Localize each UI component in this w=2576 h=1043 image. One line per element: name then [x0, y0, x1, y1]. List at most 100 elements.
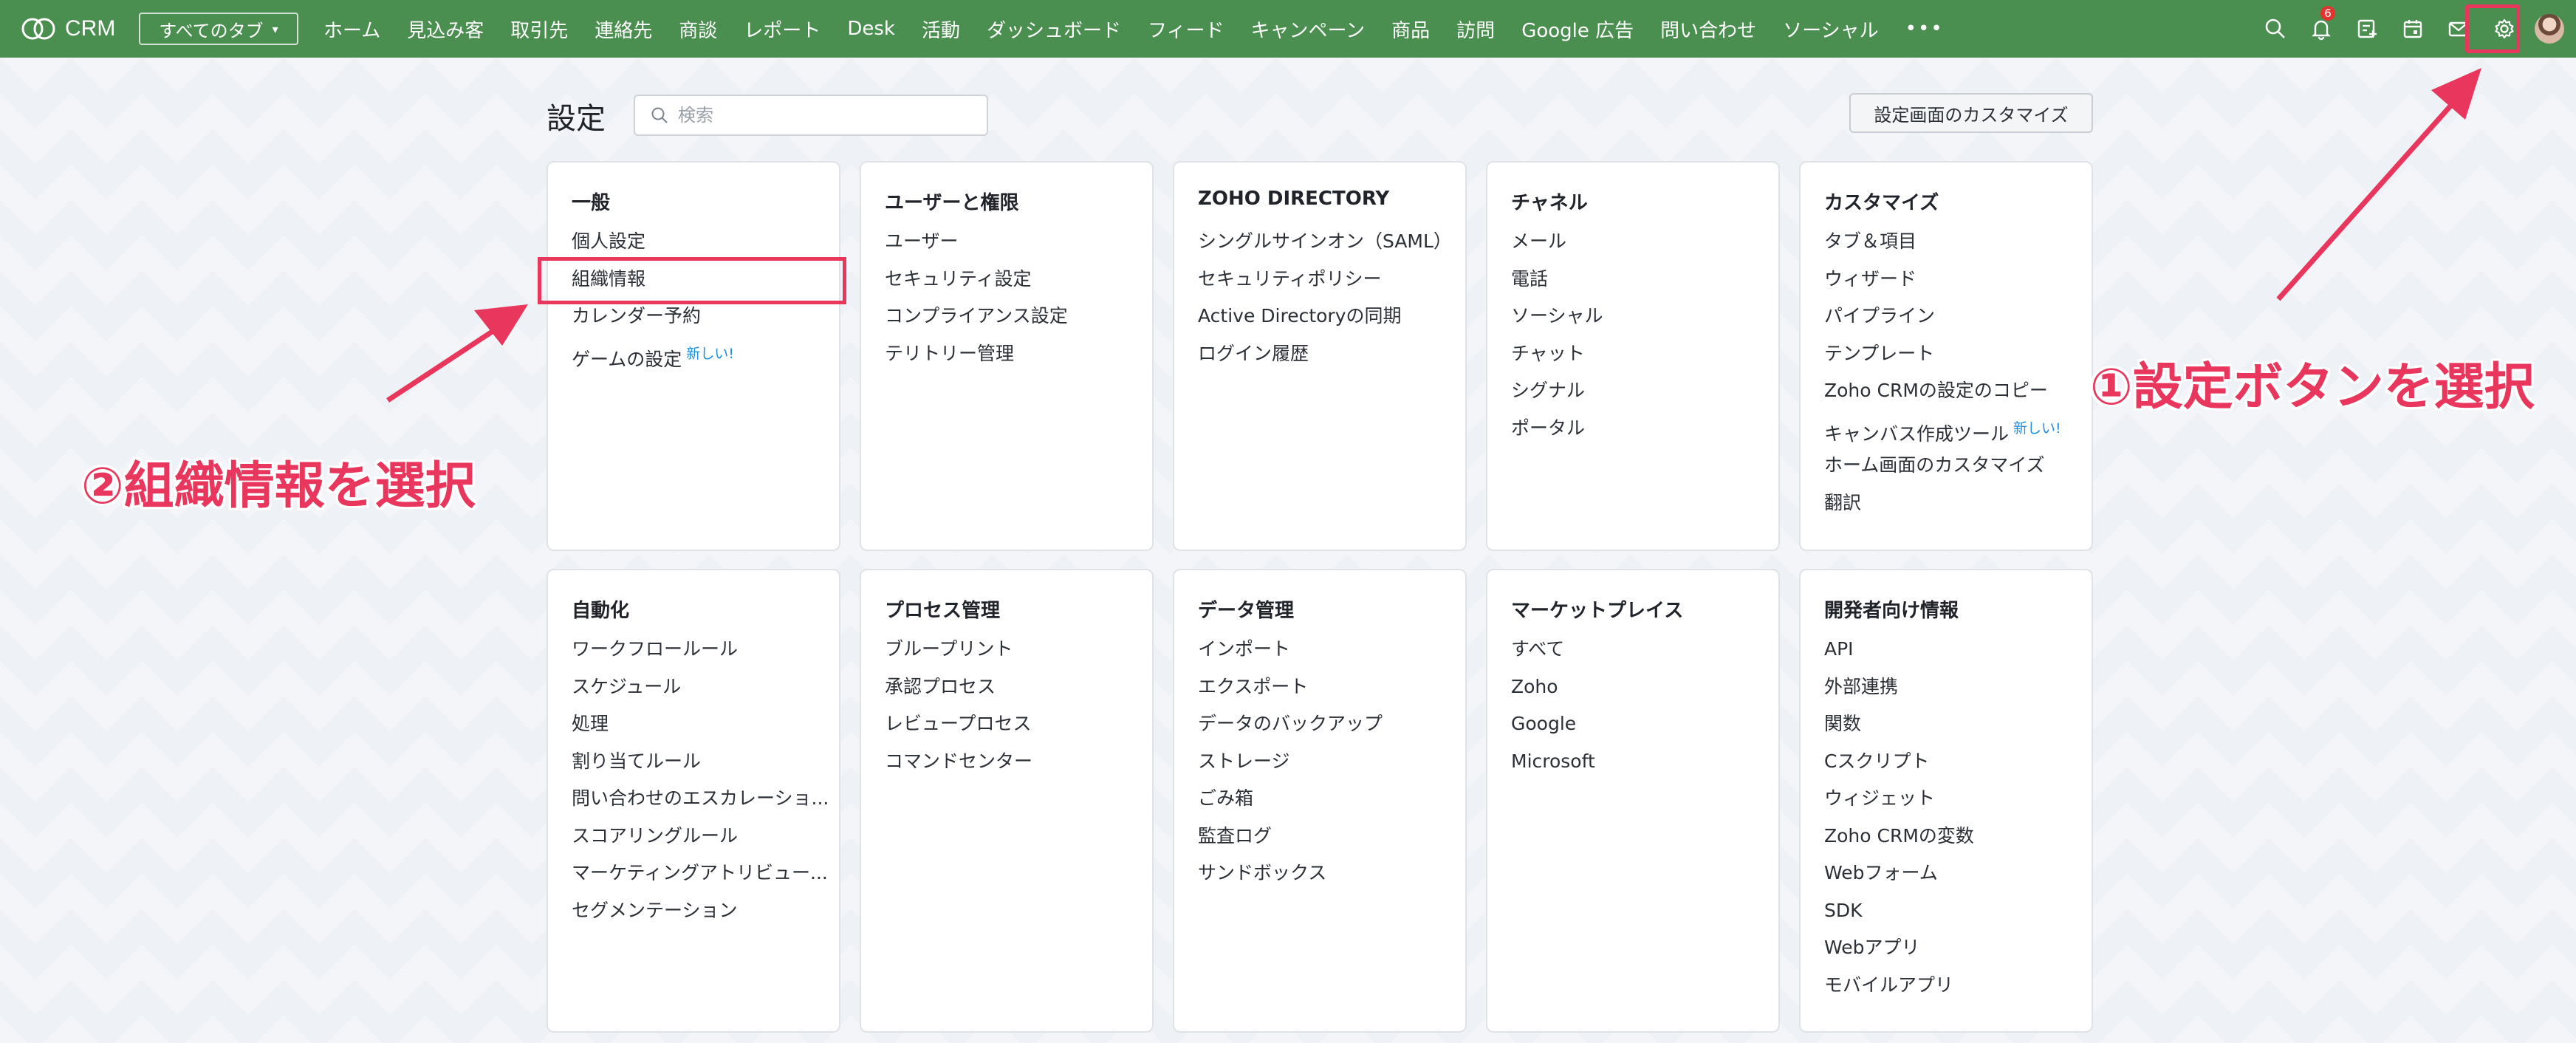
notification-count-badge: 6 — [2320, 6, 2335, 21]
search-button[interactable] — [2253, 0, 2298, 58]
settings-link[interactable]: ウィザード — [1824, 267, 2092, 304]
settings-link[interactable]: メール — [1511, 229, 1778, 267]
settings-link[interactable]: 電話 — [1511, 267, 1778, 304]
nav-tab[interactable]: ソーシャル — [1770, 16, 1891, 43]
settings-link[interactable]: サンドボックス — [1198, 861, 1465, 898]
settings-link[interactable]: キャンバス作成ツール 新しい! — [1824, 416, 2092, 454]
settings-link[interactable]: マーケティングアトリビュー... — [572, 861, 839, 898]
settings-link[interactable]: ワークフロールール — [572, 637, 839, 674]
settings-link-label: 問い合わせのエスカレーショ... — [572, 787, 829, 809]
search-input[interactable] — [678, 105, 973, 126]
settings-link[interactable]: チャット — [1511, 341, 1778, 379]
settings-link[interactable]: 承認プロセス — [885, 674, 1152, 712]
settings-link[interactable]: シグナル — [1511, 378, 1778, 416]
settings-link[interactable]: 翻訳 — [1824, 490, 2092, 528]
settings-link[interactable]: Cスクリプト — [1824, 749, 2092, 787]
settings-link[interactable]: Zoho CRMの設定のコピー — [1824, 378, 2092, 416]
settings-link[interactable]: スコアリングルール — [572, 824, 839, 861]
nav-tab[interactable]: Desk — [834, 18, 908, 40]
card-title: チャネル — [1511, 192, 1588, 214]
settings-card: 一般 個人設定 組織情報 カレンダー予約 ゲームの設定 新しい! — [547, 161, 840, 551]
settings-link[interactable]: Webフォーム — [1824, 861, 2092, 898]
nav-tab[interactable]: ホーム — [310, 16, 394, 43]
customize-settings-button[interactable]: 設定画面のカスタマイズ — [1849, 93, 2093, 133]
settings-link[interactable]: コンプライアンス設定 — [885, 304, 1152, 341]
settings-link[interactable]: ユーザー — [885, 229, 1152, 267]
calendar-button[interactable] — [2390, 0, 2436, 58]
nav-tab[interactable]: 商品 — [1378, 16, 1443, 43]
settings-link-label: 翻訳 — [1824, 491, 1862, 513]
nav-tab[interactable]: フィード — [1134, 16, 1237, 43]
settings-link[interactable]: セグメンテーション — [572, 898, 839, 936]
nav-tab[interactable]: キャンペーン — [1237, 16, 1378, 43]
settings-link[interactable]: Zoho — [1511, 674, 1778, 712]
settings-link[interactable]: 処理 — [572, 711, 839, 749]
settings-link[interactable]: Google — [1511, 711, 1778, 749]
nav-tab[interactable]: 取引先 — [497, 16, 581, 43]
crm-logo[interactable]: CRM — [19, 14, 130, 44]
settings-link[interactable]: ストレージ — [1198, 749, 1465, 787]
nav-tab[interactable]: ダッシュボード — [973, 16, 1134, 43]
settings-link[interactable]: Microsoft — [1511, 749, 1778, 787]
settings-link[interactable]: 外部連携 — [1824, 674, 2092, 712]
nav-tab[interactable]: Google 広告 — [1508, 16, 1647, 43]
settings-link[interactable]: テリトリー管理 — [885, 341, 1152, 379]
settings-link[interactable]: ポータル — [1511, 416, 1778, 454]
settings-link[interactable]: シングルサインオン（SAML） — [1198, 229, 1465, 267]
avatar[interactable] — [2535, 14, 2564, 44]
quick-create-button[interactable] — [2344, 0, 2390, 58]
settings-link[interactable]: 監査ログ — [1198, 824, 1465, 861]
notifications-button[interactable]: 6 — [2298, 0, 2344, 58]
nav-tab[interactable]: 活動 — [908, 16, 973, 43]
settings-link[interactable]: ごみ箱 — [1198, 786, 1465, 824]
settings-link[interactable]: ソーシャル — [1511, 304, 1778, 341]
settings-link[interactable]: ゲームの設定 新しい! — [572, 341, 839, 379]
settings-link[interactable]: データのバックアップ — [1198, 711, 1465, 749]
settings-link[interactable]: ホーム画面のカスタマイズ — [1824, 453, 2092, 490]
settings-link[interactable]: テンプレート — [1824, 341, 2092, 379]
settings-link-label: キャンバス作成ツール — [1824, 423, 2010, 445]
nav-tab[interactable]: 見込み客 — [394, 16, 497, 43]
settings-link[interactable]: エクスポート — [1198, 674, 1465, 712]
settings-link[interactable]: パイプライン — [1824, 304, 2092, 341]
annotation-step2: ②組織情報を選択 — [81, 457, 476, 516]
settings-link-label: SDK — [1824, 899, 1863, 921]
settings-link[interactable]: SDK — [1824, 898, 2092, 936]
settings-link-label: カレンダー予約 — [572, 305, 702, 326]
settings-link[interactable]: セキュリティポリシー — [1198, 267, 1465, 304]
settings-link[interactable]: 割り当てルール — [572, 749, 839, 787]
settings-card: 自動化 ワークフロールール スケジュール 処理 割り当てルール 問い合わせのエスカレーショ… — [547, 569, 840, 1033]
logo-text: CRM — [65, 16, 116, 41]
settings-link[interactable]: スケジュール — [572, 674, 839, 712]
settings-link[interactable]: Webアプリ — [1824, 935, 2092, 973]
settings-link[interactable]: 問い合わせのエスカレーショ... — [572, 786, 839, 824]
settings-link[interactable]: Zoho CRMの変数 — [1824, 824, 2092, 861]
settings-link[interactable]: タブ＆項目 — [1824, 229, 2092, 267]
nav-tab[interactable]: 訪問 — [1443, 16, 1508, 43]
settings-link[interactable]: レビュープロセス — [885, 711, 1152, 749]
settings-link-label: サンドボックス — [1198, 862, 1327, 883]
settings-link[interactable]: Active Directoryの同期 — [1198, 304, 1465, 341]
settings-link-label: テンプレート — [1824, 342, 1935, 364]
settings-link[interactable]: コマンドセンター — [885, 749, 1152, 787]
settings-link[interactable]: 関数 — [1824, 711, 2092, 749]
settings-link[interactable]: ブループリント — [885, 637, 1152, 674]
settings-link[interactable]: モバイルアプリ — [1824, 973, 2092, 1010]
settings-link[interactable]: API — [1824, 637, 2092, 674]
settings-link[interactable]: すべて — [1511, 637, 1778, 674]
settings-card: ZOHO DIRECTORY シングルサインオン（SAML） セキュリティポリシー A… — [1173, 161, 1467, 551]
all-tabs-dropdown[interactable]: すべてのタブ ▾ — [139, 13, 298, 45]
settings-button-highlight — [2465, 4, 2520, 53]
more-tabs-icon[interactable]: ••• — [1892, 18, 1957, 40]
nav-tab[interactable]: レポート — [730, 16, 834, 43]
settings-link-label: セキュリティ設定 — [885, 267, 1032, 290]
nav-tab[interactable]: 連絡先 — [581, 16, 665, 43]
nav-tab[interactable]: 商談 — [665, 16, 730, 43]
settings-link-label: ストレージ — [1198, 750, 1290, 772]
nav-tab[interactable]: 問い合わせ — [1647, 16, 1770, 43]
settings-link[interactable]: インポート — [1198, 637, 1465, 674]
settings-link[interactable]: セキュリティ設定 — [885, 267, 1152, 304]
settings-link[interactable]: ログイン履歴 — [1198, 341, 1465, 379]
settings-link[interactable]: ウィジェット — [1824, 786, 2092, 824]
settings-link[interactable]: カレンダー予約 — [572, 304, 839, 341]
